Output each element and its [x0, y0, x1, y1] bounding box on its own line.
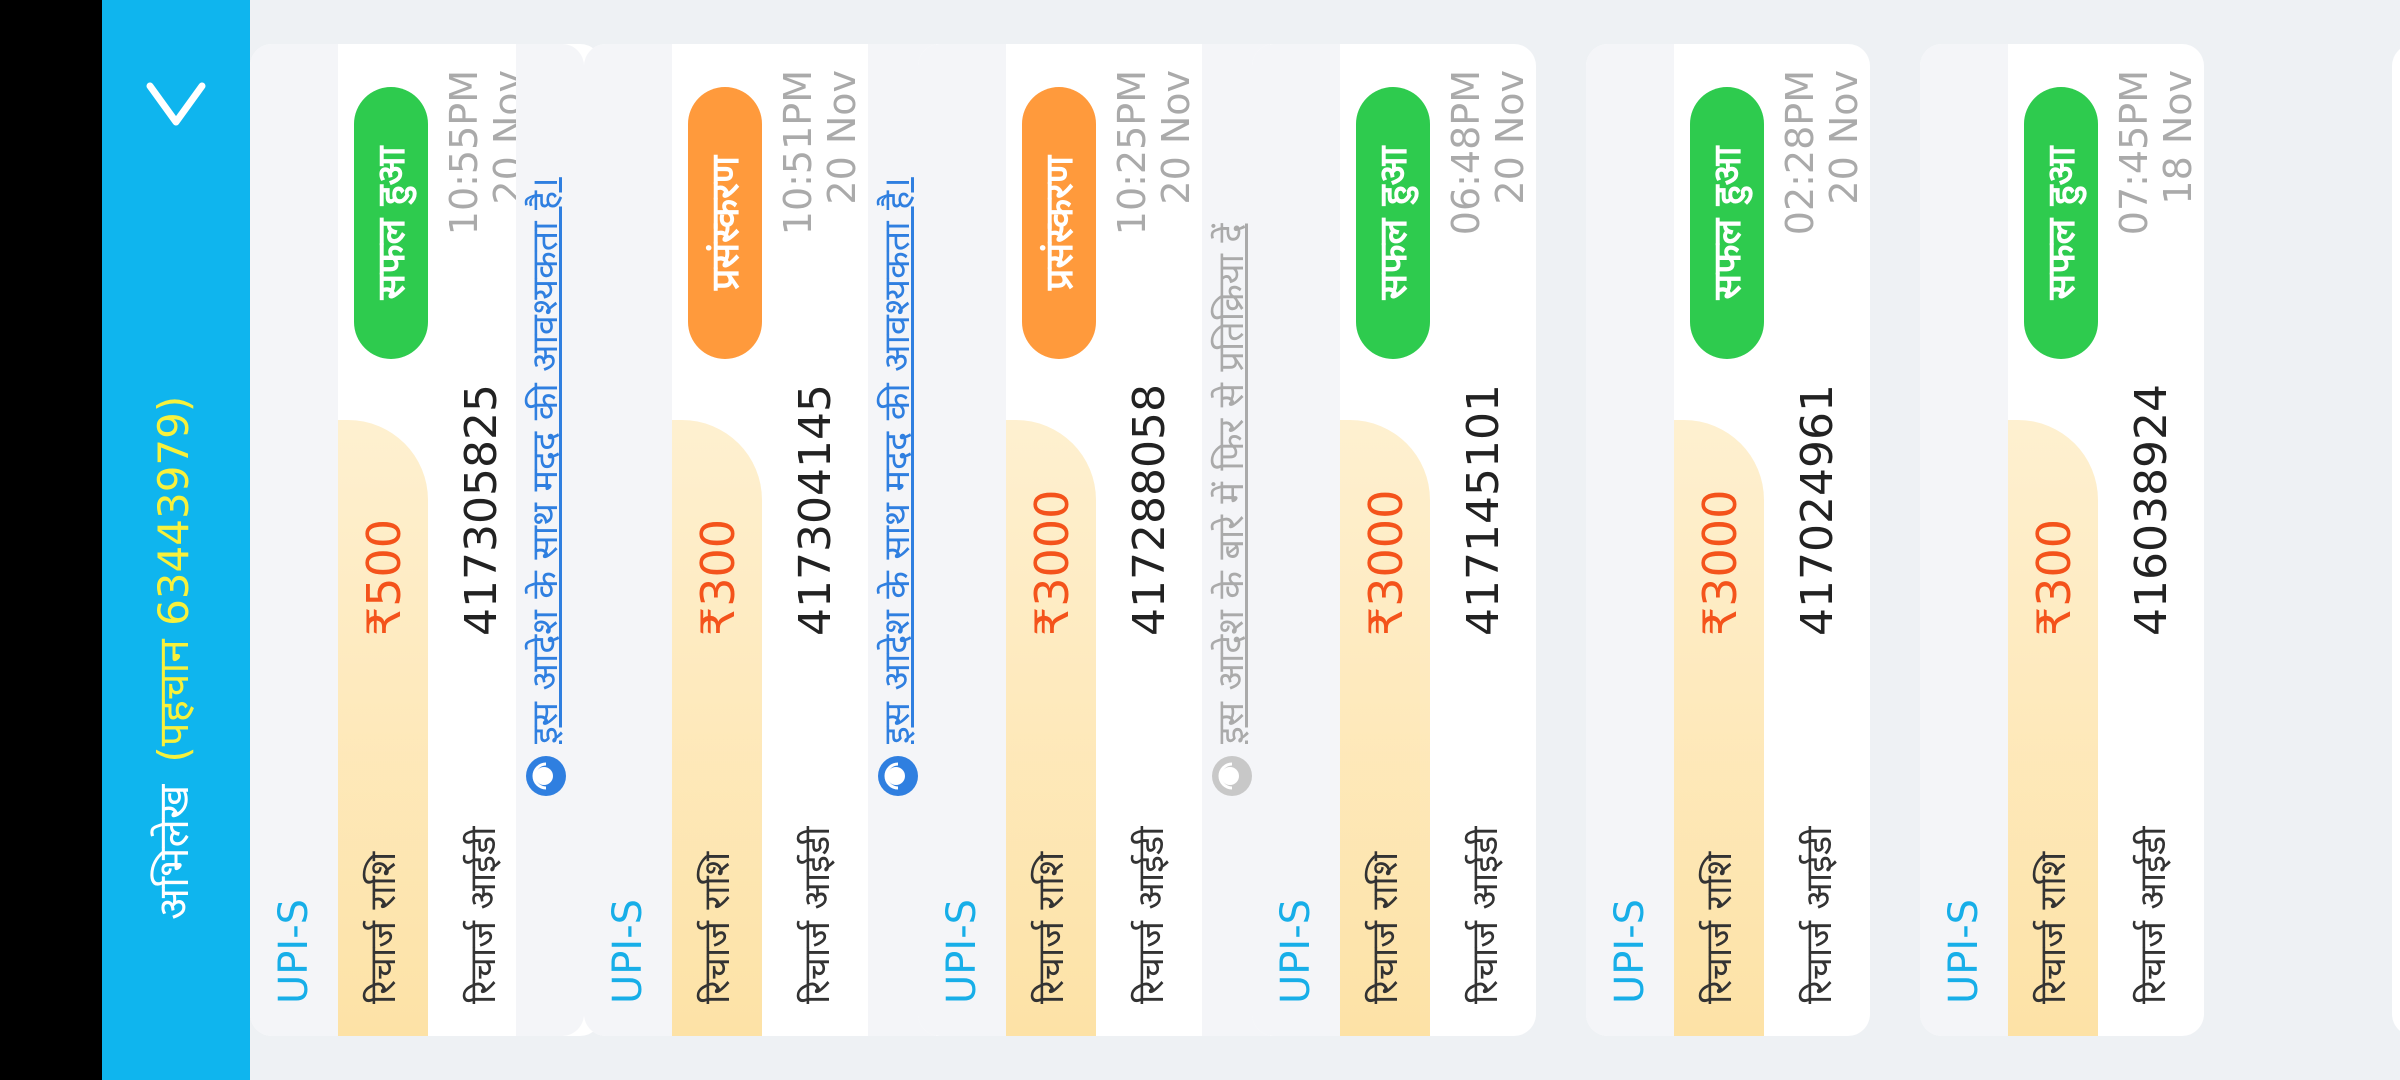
payment-method: UPI-S: [1607, 898, 1653, 1004]
amount-label: रिचार्ज राशि: [1365, 851, 1406, 1004]
status-badge: सफल हुआ: [1690, 87, 1764, 359]
recharge-id-value: 417305825: [456, 384, 507, 636]
amount-value: ₹3000: [1693, 489, 1747, 636]
amount-value: ₹500: [357, 518, 411, 636]
recharge-id-label: रिचार्ज आईडी: [1131, 826, 1172, 1004]
record-time: 06:48PM: [1444, 70, 1488, 236]
payment-method: UPI-S: [1941, 898, 1987, 1004]
amount-label: रिचार्ज राशि: [1031, 851, 1072, 1004]
record-time: 10:25PM: [1110, 70, 1154, 236]
status-badge: सफल हुआ: [354, 87, 428, 359]
card-body: रिचार्ज राशि ₹3000 रिचार्ज आईडी 41714510…: [1340, 44, 1536, 1036]
card-header: UPI-S: [584, 44, 672, 1036]
app-screen: अभिलेख (पहचान 63443979) UPI-S रिचार्ज राश…: [0, 0, 2400, 1080]
recharge-id-label: रिचार्ज आईडी: [463, 826, 504, 1004]
amount-label: रिचार्ज राशि: [697, 851, 738, 1004]
amount-value: ₹3000: [1025, 489, 1079, 636]
card-header: UPI-S: [1586, 44, 1674, 1036]
recharge-id-label: रिचार्ज आईडी: [1799, 826, 1840, 1004]
record-card[interactable]: UPI-S रिचार्ज राशि ₹300 रिचार्ज आईडी 416…: [1920, 44, 2204, 1036]
recharge-id-label: रिचार्ज आईडी: [2133, 826, 2174, 1004]
recharge-id-label: रिचार्ज आईडी: [1465, 826, 1506, 1004]
payment-method: UPI-S: [1273, 898, 1319, 1004]
amount-value: ₹300: [2027, 518, 2081, 636]
payment-method: UPI-S: [939, 898, 985, 1004]
recharge-id-value: 417024961: [1792, 384, 1843, 636]
status-bar: [0, 0, 102, 1080]
record-time: 10:55PM: [442, 70, 486, 236]
record-card[interactable]: UPI-S रिचार्ज राशि ₹3000 रिचार्ज आईडी 41…: [1252, 44, 1536, 1036]
help-row[interactable]: [250, 44, 318, 1036]
card-header: UPI-S: [1920, 44, 2008, 1036]
record-date: 18 Nov: [2156, 70, 2200, 205]
amount-value: ₹3000: [1359, 489, 1413, 636]
amount-label: रिचार्ज राशि: [363, 851, 404, 1004]
amount-value: ₹300: [691, 518, 745, 636]
recharge-id-label: रिचार्ज आईडी: [797, 826, 838, 1004]
recharge-id-value: 417304145: [790, 384, 841, 636]
status-badge: सफल हुआ: [1356, 87, 1430, 359]
record-time: 10:51PM: [776, 70, 820, 236]
support-agent-icon: [1212, 756, 1252, 796]
record-time: 07:45PM: [2112, 70, 2156, 236]
record-date: 20 Nov: [1822, 70, 1866, 205]
recharge-id-value: 416038924: [2126, 384, 2177, 636]
recharge-id-value: 417145101: [1458, 384, 1509, 636]
card-body: रिचार्ज राशि ₹300 रिचार्ज आईडी 417304145…: [672, 44, 868, 1036]
title-text: अभिलेख: [149, 784, 198, 920]
card-body: रिचार्ज राशि ₹300 रिचार्ज आईडी 416038924…: [2008, 44, 2204, 1036]
amount-label: रिचार्ज राशि: [2033, 851, 2074, 1004]
status-badge: प्रसंस्करण: [1022, 87, 1096, 359]
amount-label: रिचार्ज राशि: [1699, 851, 1740, 1004]
header-bar: अभिलेख (पहचान 63443979): [102, 0, 250, 1080]
card-body: रिचार्ज राशि ₹500 रिचार्ज आईडी 417305825…: [338, 44, 534, 1036]
support-agent-icon: [878, 756, 918, 796]
record-time: 02:28PM: [1778, 70, 1822, 236]
record-card[interactable]: UPI-S रिचार्ज राशि ₹300 रिचार्ज आईडी 417…: [584, 44, 972, 1036]
record-card[interactable]: UPI-S रिचार्ज राशि ₹3000 रिचार्ज आईडी 41…: [918, 44, 1306, 1036]
recharge-id-value: 417288058: [1124, 384, 1175, 636]
card-header: UPI-S: [1252, 44, 1340, 1036]
feedback-link[interactable]: इस आदेश के बारे में फिर से प्रतिक्रिया द…: [1206, 224, 1258, 745]
next-record-card[interactable]: [2392, 44, 2400, 1036]
record-date: 20 Nov: [820, 70, 864, 205]
record-date: 20 Nov: [1154, 70, 1198, 205]
record-card[interactable]: UPI-S रिचार्ज राशि ₹3000 रिचार्ज आईडी 41…: [1586, 44, 1870, 1036]
payment-method: UPI-S: [605, 898, 651, 1004]
account-id-text: (पहचान 63443979): [149, 395, 198, 763]
back-button[interactable]: [102, 34, 250, 182]
chevron-down-icon: [146, 82, 206, 126]
status-badge: प्रसंस्करण: [688, 87, 762, 359]
record-date: 20 Nov: [1488, 70, 1532, 205]
page-title: अभिलेख (पहचान 63443979): [144, 396, 204, 920]
help-link[interactable]: इस आदेश के साथ मदद की आवश्यकता है।: [872, 177, 924, 744]
help-row[interactable]: इस आदेश के साथ मदद की आवश्यकता है।: [516, 44, 584, 1036]
status-badge: सफल हुआ: [2024, 87, 2098, 359]
records-list[interactable]: UPI-S रिचार्ज राशि ₹500 रिचार्ज आईडी 417…: [250, 0, 2400, 1080]
card-body: रिचार्ज राशि ₹3000 रिचार्ज आईडी 41728805…: [1006, 44, 1202, 1036]
help-link[interactable]: इस आदेश के साथ मदद की आवश्यकता है।: [520, 177, 572, 744]
card-body: रिचार्ज राशि ₹3000 रिचार्ज आईडी 41702496…: [1674, 44, 1870, 1036]
support-agent-icon: [526, 756, 566, 796]
card-header: UPI-S: [918, 44, 1006, 1036]
